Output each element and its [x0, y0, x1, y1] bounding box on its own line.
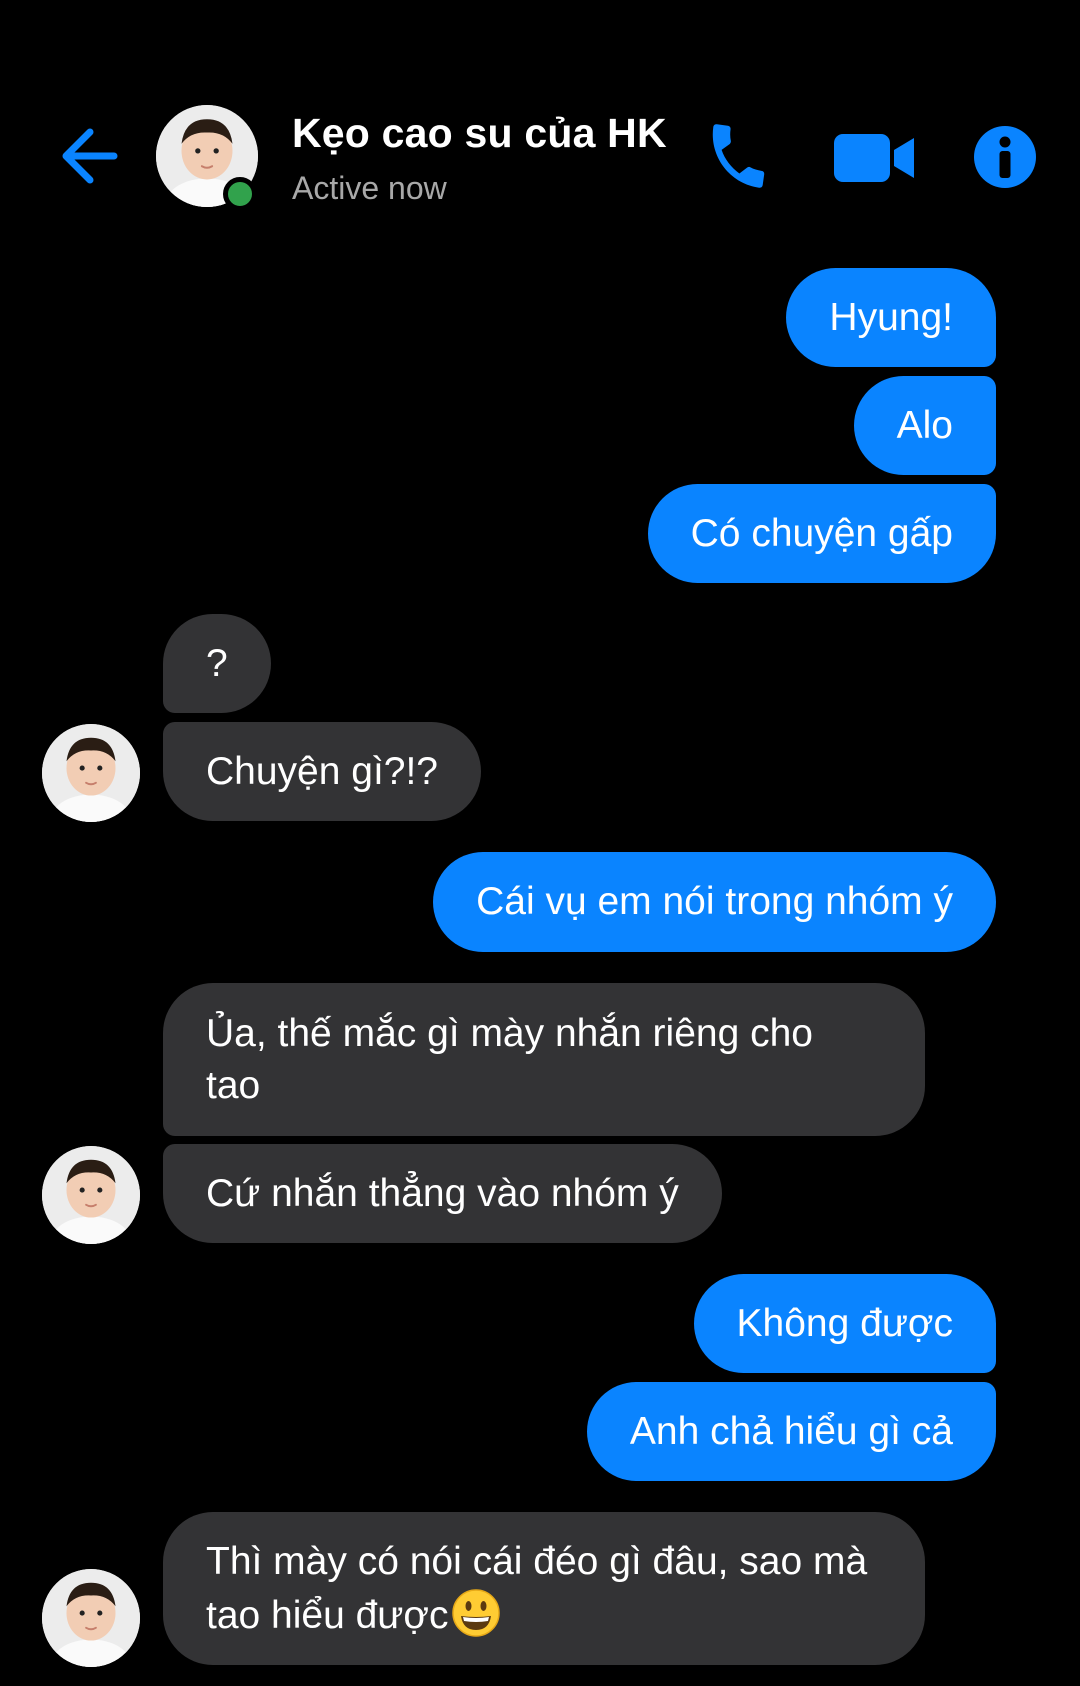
- outgoing-message[interactable]: Alo: [853, 376, 996, 475]
- message-text: Cứ nhắn thẳng vào nhóm ý: [206, 1171, 679, 1215]
- outgoing-message[interactable]: Không được: [693, 1274, 996, 1373]
- message-thread: Hyung! Alo Có chuyện gấp ? Chuyện gì?!? …: [0, 0, 1080, 1686]
- incoming-message[interactable]: Cứ nhắn thẳng vào nhóm ý: [163, 1144, 722, 1243]
- sender-avatar[interactable]: [42, 724, 140, 822]
- message-text: Alo: [896, 403, 953, 447]
- message-text: Ủa, thế mắc gì mày nhắn riêng cho tao: [206, 1011, 813, 1107]
- outgoing-message[interactable]: Anh chả hiểu gì cả: [586, 1382, 996, 1481]
- incoming-message[interactable]: Chuyện gì?!?: [163, 722, 482, 821]
- grinning-face-emoji: [451, 1588, 501, 1638]
- outgoing-message[interactable]: Hyung!: [786, 268, 996, 367]
- message-text: Không được: [736, 1301, 953, 1345]
- incoming-message[interactable]: Ủa, thế mắc gì mày nhắn riêng cho tao: [163, 983, 925, 1136]
- message-text: Anh chả hiểu gì cả: [629, 1409, 953, 1453]
- incoming-message[interactable]: Thì mày có nói cái đéo gì đâu, sao mà ta…: [163, 1512, 925, 1665]
- incoming-message[interactable]: ?: [163, 614, 271, 713]
- message-text: Hyung!: [829, 295, 953, 339]
- message-text-content: Thì mày có nói cái đéo gì đâu, sao mà ta…: [206, 1539, 868, 1637]
- message-text: Thì mày có nói cái đéo gì đâu, sao mà ta…: [206, 1536, 882, 1642]
- sender-avatar[interactable]: [42, 1146, 140, 1244]
- sender-avatar[interactable]: [42, 1569, 140, 1667]
- message-text: Có chuyện gấp: [690, 511, 953, 555]
- message-text: Cái vụ em nói trong nhóm ý: [476, 880, 953, 923]
- message-text: Chuyện gì?!?: [206, 749, 439, 793]
- outgoing-message[interactable]: Có chuyện gấp: [647, 484, 996, 583]
- message-text: ?: [206, 641, 228, 685]
- outgoing-message[interactable]: Cái vụ em nói trong nhóm ý: [433, 852, 996, 952]
